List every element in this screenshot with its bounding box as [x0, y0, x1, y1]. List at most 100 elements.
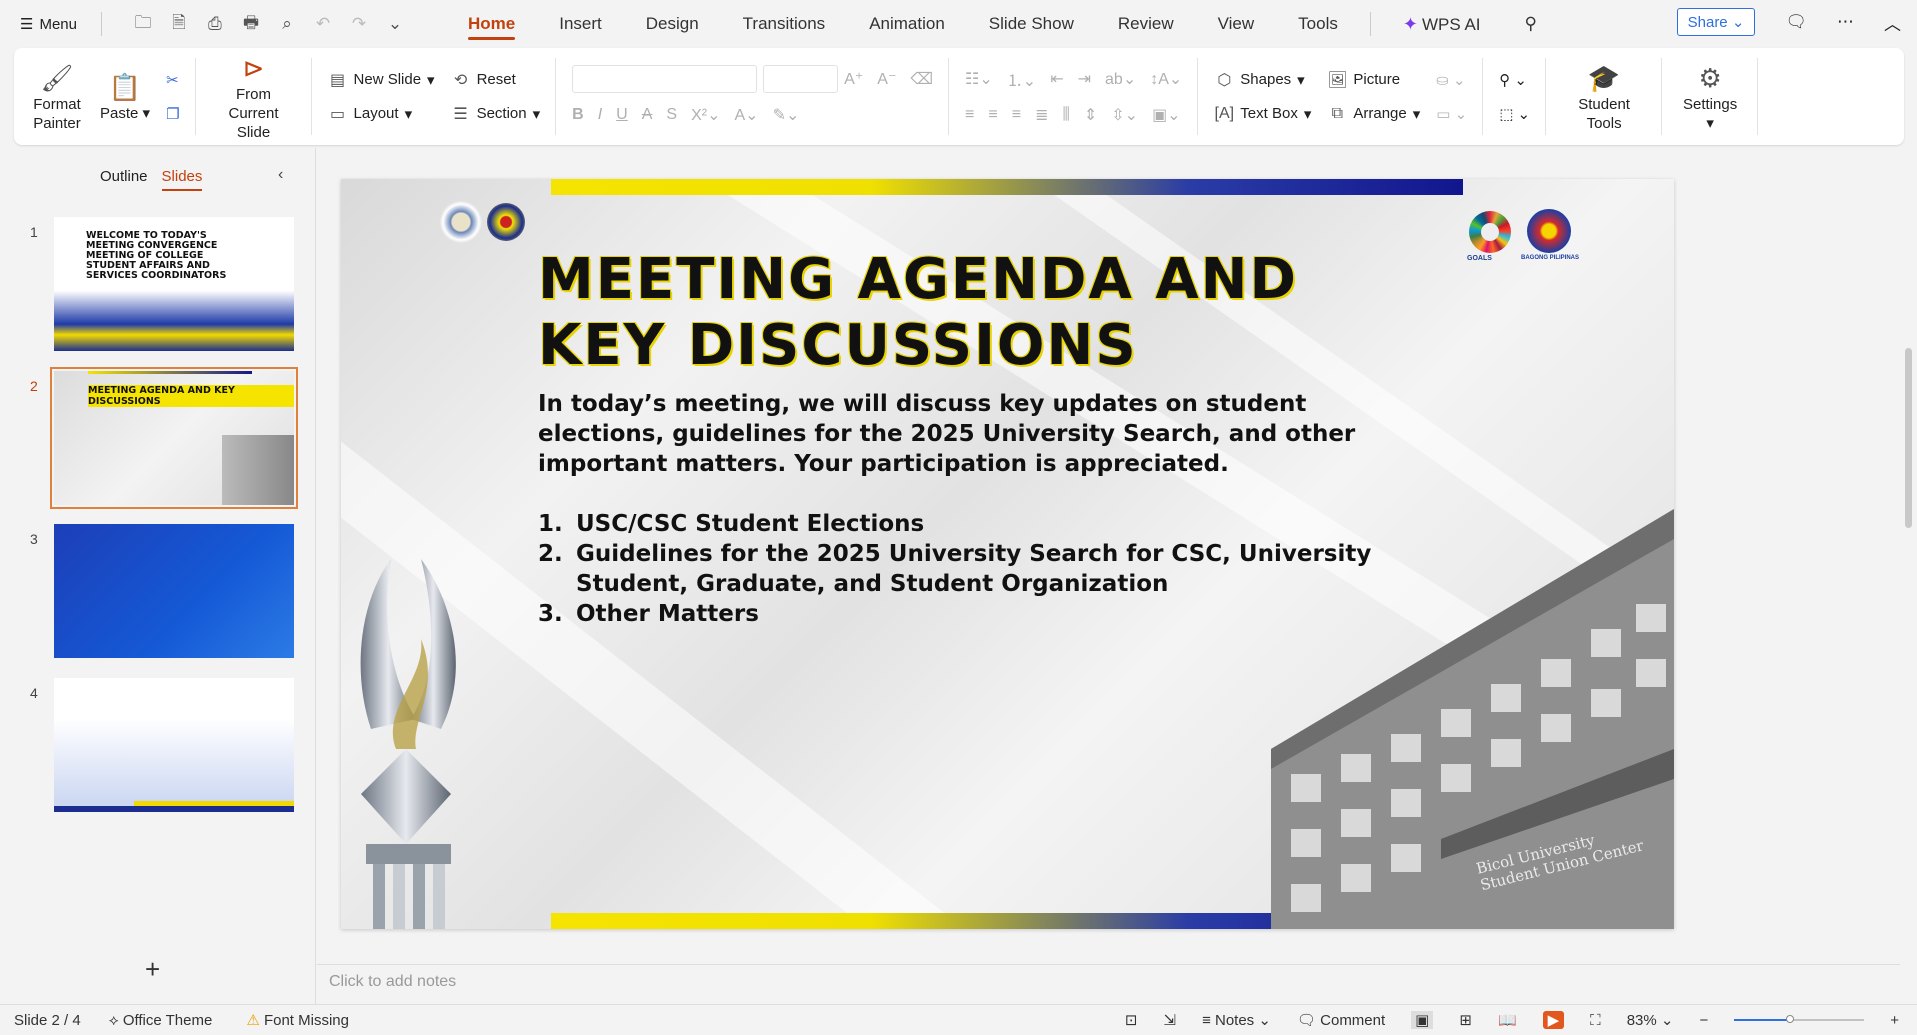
superscript-icon[interactable]: X²⌄ — [691, 105, 720, 125]
justify-icon[interactable]: ≣ — [1035, 105, 1048, 125]
select-icon[interactable]: ⬚ ⌄ — [1499, 101, 1530, 127]
find-icon[interactable]: ⚲ ⌄ — [1499, 67, 1530, 93]
layout-button[interactable]: ▭ Layout ▾ — [328, 101, 435, 127]
open-folder-icon[interactable]: 🗀 — [132, 10, 154, 39]
tab-view[interactable]: View — [1196, 0, 1277, 48]
slide-thumbnail-2[interactable]: MEETING AGENDA AND KEY DISCUSSIONS — [50, 367, 298, 509]
text-box-button[interactable]: [A] Text Box ▾ — [1214, 101, 1312, 127]
fit-to-window-icon[interactable]: ⛶ — [1590, 1012, 1601, 1029]
format-painter-button[interactable]: 🖌 Format Painter — [22, 61, 92, 133]
fill-icon[interactable]: ⛀ ⌄ — [1436, 67, 1467, 93]
bold-icon[interactable]: B — [572, 106, 584, 124]
vertical-scrollbar[interactable] — [1900, 148, 1917, 1004]
tab-review[interactable]: Review — [1096, 0, 1196, 48]
slide-sorter-icon[interactable]: ⊞ — [1459, 1011, 1472, 1029]
slide-intro-text[interactable]: In today’s meeting, we will discuss key … — [538, 389, 1438, 479]
zoom-slider-handle[interactable] — [1786, 1015, 1795, 1023]
tab-home[interactable]: Home — [446, 0, 537, 48]
slide-thumbnail-4[interactable] — [54, 678, 294, 812]
text-box-align-icon[interactable]: ▣⌄ — [1152, 105, 1181, 125]
increase-indent-icon[interactable]: ⇥ — [1078, 69, 1091, 89]
font-missing-indicator[interactable]: ⚠ Font Missing — [246, 1011, 349, 1029]
add-slide-icon[interactable]: + — [145, 954, 160, 985]
strikethrough-icon[interactable]: A — [642, 106, 653, 124]
cut-icon[interactable]: ✂ — [166, 67, 179, 93]
columns-icon[interactable]: ⫼ — [1062, 106, 1069, 124]
more-icon[interactable]: ⋯ — [1837, 12, 1854, 32]
new-slide-button[interactable]: ▤ New Slide ▾ — [328, 67, 435, 93]
picture-button[interactable]: 🖼 Picture — [1327, 67, 1420, 93]
bullets-icon[interactable]: ☷⌄ — [965, 69, 993, 89]
decrease-font-icon[interactable]: A⁻ — [877, 69, 896, 89]
reset-button[interactable]: ⟲ Reset — [451, 67, 541, 93]
redo-icon[interactable]: ↷ — [348, 14, 370, 34]
paste-button[interactable]: 📋 Paste ▾ — [92, 70, 158, 123]
highlight-icon[interactable]: ✎⌄ — [773, 105, 800, 125]
collapse-panel-icon[interactable]: ‹ — [278, 166, 283, 184]
underline-icon[interactable]: U — [616, 106, 628, 124]
tab-tools[interactable]: Tools — [1276, 0, 1360, 48]
slide-thumbnail-3[interactable] — [54, 524, 294, 658]
decrease-indent-icon[interactable]: ⇤ — [1050, 69, 1063, 89]
from-current-slide-button[interactable]: ⊳ From Current Slide — [204, 51, 304, 142]
vertical-align-icon[interactable]: ⇕ — [1084, 105, 1097, 125]
share-button[interactable]: Share ⌄ — [1676, 8, 1756, 36]
print-icon[interactable]: 🖶 — [240, 10, 262, 39]
comment-toggle[interactable]: 🗨 Comment — [1297, 1011, 1385, 1029]
align-center-icon[interactable]: ≡ — [988, 106, 997, 124]
font-color-icon[interactable]: A⌄ — [734, 105, 758, 125]
reading-view-icon[interactable]: 📖 — [1498, 1011, 1517, 1029]
zoom-out-icon[interactable]: − — [1699, 1012, 1708, 1029]
paragraph-spacing-icon[interactable]: ⇳⌄ — [1111, 105, 1138, 125]
clear-format-icon[interactable]: ⌫ — [910, 69, 933, 89]
comment-icon[interactable]: 🗨 — [1785, 12, 1807, 32]
play-slideshow-icon[interactable]: ▶ — [1542, 1011, 1565, 1029]
collapse-ribbon-icon[interactable]: ︿ — [1884, 10, 1901, 35]
text-shadow-icon[interactable]: S — [666, 106, 677, 124]
tab-outline[interactable]: Outline — [100, 168, 148, 185]
settings-button[interactable]: ⚙ Settings ▾ — [1670, 61, 1750, 133]
notes-toggle[interactable]: ≡ Notes ⌄ — [1202, 1011, 1271, 1029]
copy-icon[interactable]: ❐ — [166, 101, 179, 127]
font-name-select[interactable] — [572, 64, 758, 93]
tab-wps-ai[interactable]: ✦ WPS AI — [1381, 0, 1503, 48]
zoom-slider[interactable] — [1734, 1015, 1865, 1023]
search-icon[interactable]: ⚲ — [1503, 0, 1559, 48]
tab-slide-show[interactable]: Slide Show — [967, 0, 1096, 48]
export-pdf-icon[interactable]: ⎙ — [204, 14, 226, 34]
text-direction-icon[interactable]: ab⌄ — [1105, 69, 1136, 89]
scrollbar-thumb[interactable] — [1905, 348, 1912, 528]
slide-thumbnail-1[interactable]: WELCOME TO TODAY'S MEETING CONVERGENCE M… — [54, 217, 294, 351]
numbering-icon[interactable]: ⒈⌄ — [1007, 67, 1036, 91]
slide-canvas[interactable]: GOALS BAGONG PILIPINAS MEETING AGENDA AN… — [341, 179, 1674, 929]
tab-design[interactable]: Design — [624, 0, 721, 48]
italic-icon[interactable]: I — [598, 106, 602, 124]
outline-icon[interactable]: ▭ ⌄ — [1436, 101, 1467, 127]
menu-button[interactable]: ☰ Menu — [0, 15, 91, 34]
student-tools-button[interactable]: 🎓 Student Tools — [1554, 61, 1654, 133]
undo-icon[interactable]: ↶ — [312, 14, 334, 34]
slide-title[interactable]: MEETING AGENDA AND KEY DISCUSSIONS — [538, 247, 1298, 379]
tab-animation[interactable]: Animation — [847, 0, 967, 48]
shapes-button[interactable]: ⬡ Shapes ▾ — [1214, 67, 1311, 93]
print-preview-icon[interactable]: ⌕ — [276, 14, 298, 34]
increase-font-icon[interactable]: A⁺ — [844, 69, 863, 89]
normal-view-icon[interactable]: ▣ — [1411, 1011, 1434, 1029]
zoom-in-icon[interactable]: + — [1890, 1012, 1899, 1029]
chevron-down-icon[interactable]: ⌄ — [384, 14, 406, 34]
theme-indicator[interactable]: ⟡ Office Theme — [109, 1012, 213, 1029]
autofit-icon[interactable]: ⊡ — [1125, 1011, 1138, 1029]
reading-icon[interactable]: ⇲ — [1163, 1011, 1176, 1029]
line-spacing-icon[interactable]: ↕A⌄ — [1150, 69, 1182, 89]
tab-transitions[interactable]: Transitions — [721, 0, 848, 48]
tab-slides[interactable]: Slides — [161, 168, 202, 191]
tab-insert[interactable]: Insert — [537, 0, 624, 48]
notes-pane[interactable]: Click to add notes — [317, 964, 1900, 1004]
align-right-icon[interactable]: ≡ — [1012, 106, 1021, 124]
font-size-select[interactable] — [763, 64, 839, 93]
arrange-button[interactable]: ⧉ Arrange ▾ — [1327, 101, 1421, 127]
section-button[interactable]: ☰ Section ▾ — [451, 101, 540, 127]
zoom-level[interactable]: 83% ⌄ — [1627, 1011, 1674, 1029]
save-icon[interactable]: 🗎 — [168, 10, 190, 39]
align-left-icon[interactable]: ≡ — [965, 106, 974, 124]
